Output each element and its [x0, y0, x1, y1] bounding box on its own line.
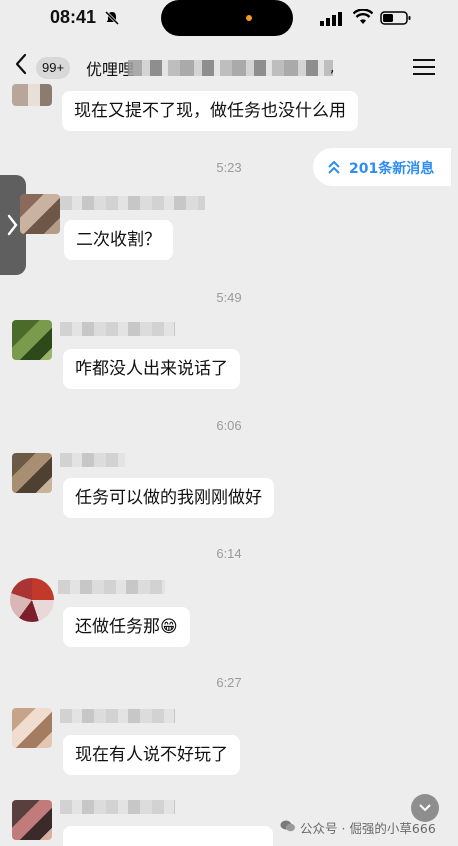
status-time: 08:41	[50, 7, 97, 27]
sender-name-pixelated	[60, 709, 175, 723]
message-timestamp: 5:49	[216, 290, 242, 305]
message-bubble[interactable]: 二次收割？	[64, 220, 173, 260]
title-pixelated	[128, 60, 333, 76]
sender-name-pixelated	[60, 196, 205, 210]
message-bubble[interactable]: 咋都没人出来说话了	[63, 349, 240, 389]
avatar[interactable]	[12, 708, 52, 748]
avatar[interactable]	[12, 320, 52, 360]
avatar[interactable]	[10, 578, 54, 622]
avatar[interactable]	[12, 453, 52, 493]
sender-name-pixelated	[60, 322, 175, 336]
message-bubble[interactable]: 现在又提不了现，做任务也没什么用	[62, 91, 358, 131]
message-bubble[interactable]: 现在有人说不好玩了	[63, 735, 240, 775]
message-bubble[interactable]: 还做任务那😁	[63, 607, 190, 647]
chat-header: 99+ 优哩哩 ,	[0, 38, 458, 94]
wifi-icon	[353, 9, 373, 24]
chevron-right-icon	[7, 214, 18, 236]
message-bubble[interactable]: 任务可以做的我刚刚做好	[63, 478, 274, 518]
battery-icon	[380, 11, 411, 25]
back-chevron-icon[interactable]	[12, 50, 30, 78]
watermark-text: 公众号 · 倔强的小草666	[300, 821, 436, 836]
avatar[interactable]	[12, 84, 52, 106]
message-timestamp: 6:27	[216, 675, 242, 690]
avatar[interactable]	[12, 800, 52, 840]
dynamic-island	[161, 0, 293, 36]
new-messages-label: 201条新消息	[349, 161, 435, 177]
sender-name-pixelated	[60, 800, 175, 814]
unread-count-badge[interactable]: 99+	[36, 57, 71, 79]
chat-title: 优哩哩	[86, 60, 135, 79]
sender-name-pixelated	[58, 580, 165, 594]
message-timestamp: 6:06	[216, 418, 242, 433]
chevron-down-icon	[419, 804, 431, 812]
recording-dot	[246, 15, 252, 21]
avatar[interactable]	[20, 194, 60, 234]
message-bubble-partial[interactable]	[63, 826, 273, 846]
watermark: 公众号 · 倔强的小草666	[280, 818, 436, 837]
new-messages-button[interactable]: 201条新消息	[313, 148, 451, 186]
cellular-signal-icon	[320, 12, 342, 26]
message-timestamp: 6:14	[216, 546, 242, 561]
status-bar: 08:41	[0, 0, 458, 38]
bell-muted-icon	[104, 10, 120, 26]
more-menu-icon[interactable]	[413, 58, 435, 76]
chat-title-tail: ,	[330, 60, 335, 76]
double-chevron-up-icon	[328, 160, 340, 174]
sender-name-pixelated	[60, 453, 125, 467]
